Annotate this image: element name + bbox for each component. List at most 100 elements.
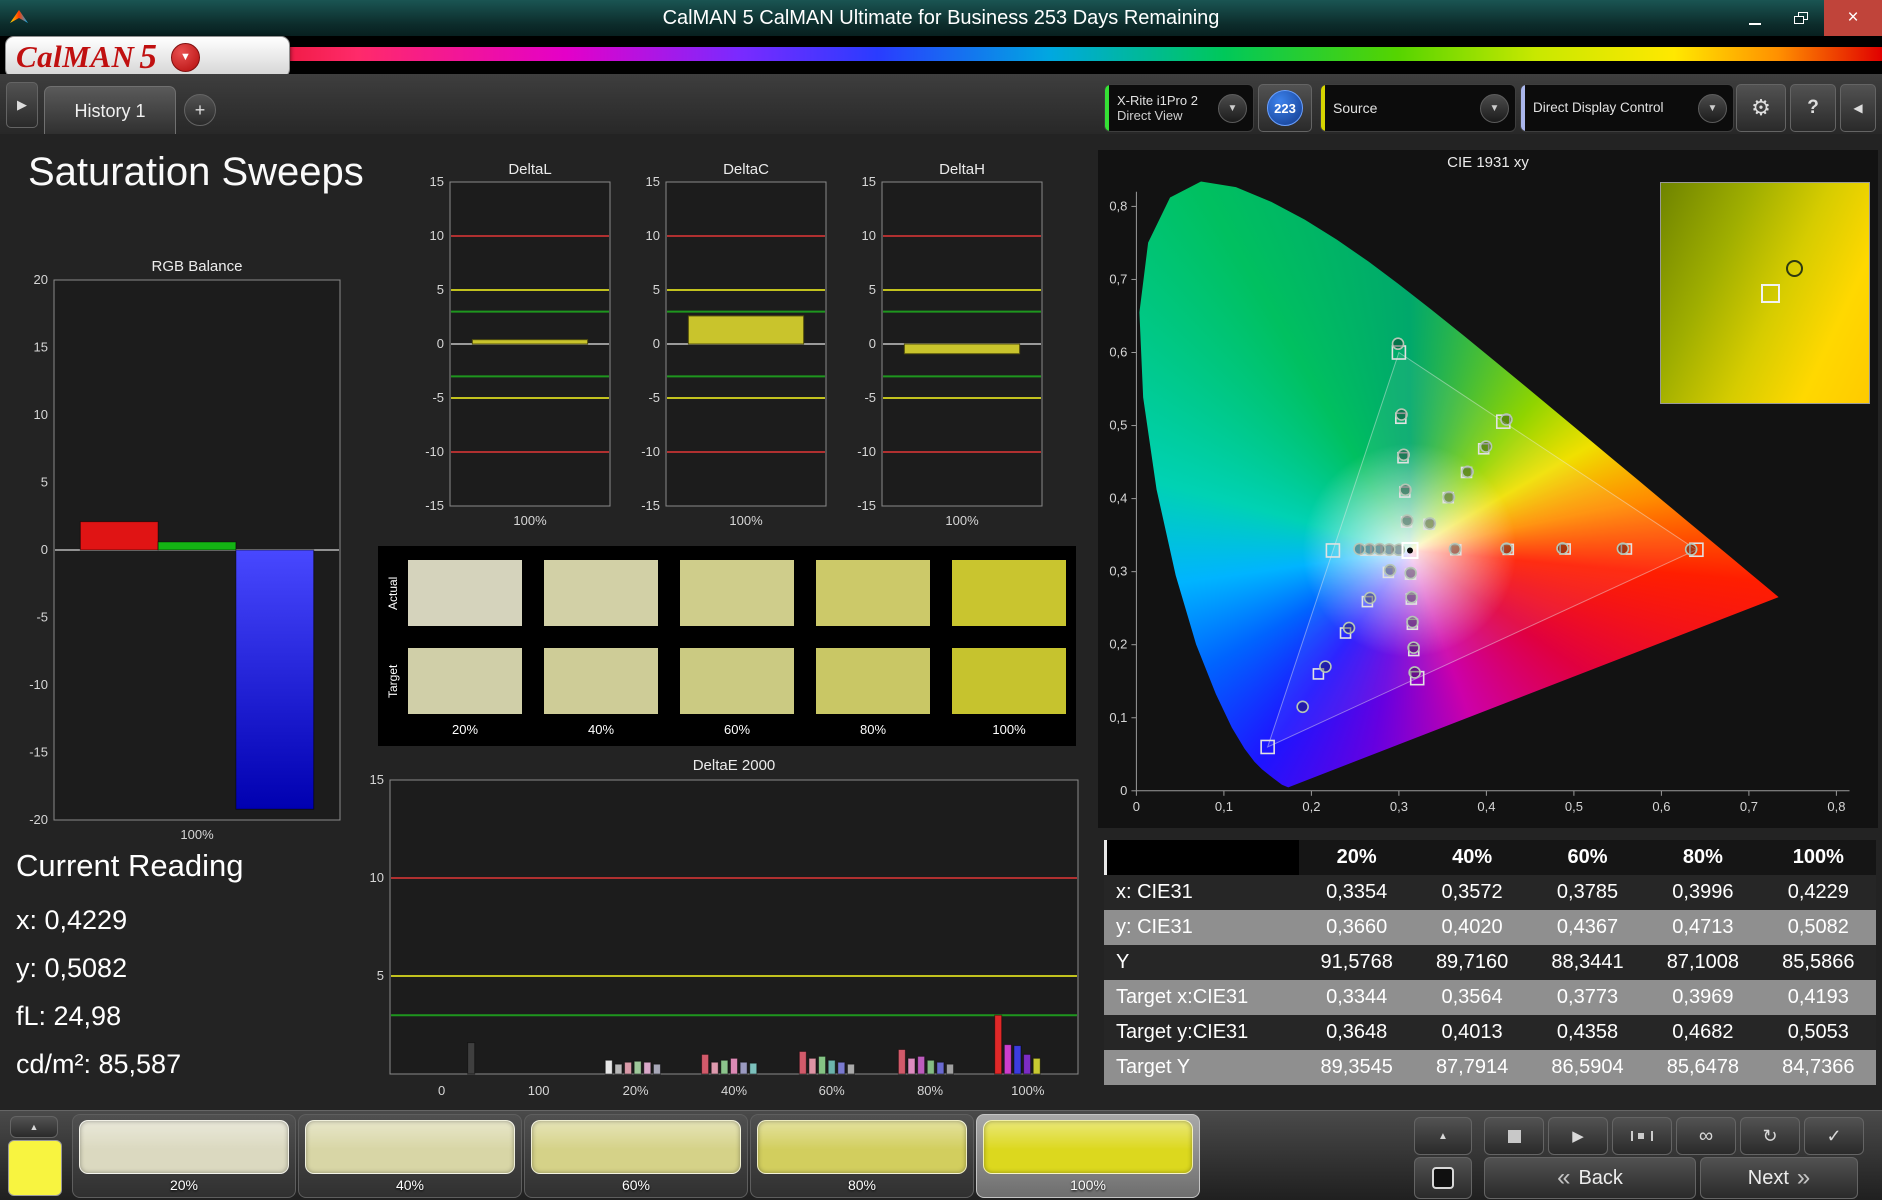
- table-row: Target x:CIE310,33440,35640,37730,39690,…: [1104, 980, 1876, 1015]
- bottom-swatch-20%[interactable]: 20%: [72, 1114, 296, 1198]
- stop-button[interactable]: [1484, 1117, 1544, 1155]
- current-reading-y: y: 0,5082: [16, 953, 127, 984]
- bottom-swatch-60%[interactable]: 60%: [524, 1114, 748, 1198]
- table-corner-cell: [1104, 840, 1299, 875]
- meter-mode: Direct View: [1117, 108, 1210, 123]
- bottom-swatch-label: 20%: [73, 1177, 295, 1193]
- collapse-toolbar-button[interactable]: ◀: [1840, 84, 1876, 132]
- play-button[interactable]: ▶: [1548, 1117, 1608, 1155]
- next-label: Next: [1748, 1167, 1789, 1190]
- table-value-cell: 87,1008: [1645, 951, 1760, 974]
- single-measure-icon: [1631, 1131, 1653, 1141]
- calman-wing-icon: [8, 7, 30, 29]
- table-header-cell: 40%: [1414, 846, 1529, 869]
- meter-dropdown[interactable]: X-Rite i1Pro 2 Direct View ▼: [1104, 84, 1254, 132]
- bottom-swatch-chip: [983, 1120, 1193, 1174]
- bottom-swatch-chip: [531, 1120, 741, 1174]
- table-header-cell: 100%: [1761, 846, 1876, 869]
- table-value-cell: 0,4713: [1645, 916, 1760, 939]
- source-dropdown[interactable]: Source ▼: [1320, 84, 1516, 132]
- meter-name: X-Rite i1Pro 2: [1117, 93, 1210, 108]
- tab-history-1[interactable]: History 1: [44, 86, 176, 135]
- bottom-swatch-label: 100%: [977, 1177, 1199, 1193]
- infinity-icon: ∞: [1699, 1125, 1713, 1148]
- workflow-nav-button[interactable]: ▶: [6, 82, 38, 128]
- results-table: 20%40%60%80%100%x: CIE310,33540,35720,37…: [1104, 840, 1876, 1085]
- target-swatch-80%: [816, 648, 930, 714]
- minimize-icon: [1749, 23, 1761, 25]
- refresh-icon: ↻: [1762, 1126, 1777, 1147]
- tab-bar: ▶ History 1 + X-Rite i1Pro 2 Direct View…: [0, 74, 1882, 135]
- display-control-dropdown-icon[interactable]: ▼: [1698, 94, 1727, 123]
- table-row-label: Target x:CIE31: [1104, 986, 1299, 1009]
- bottom-swatch-100%[interactable]: 100%: [976, 1114, 1200, 1198]
- bottom-swatch-label: 60%: [525, 1177, 747, 1193]
- actual-swatch-20%: [408, 560, 522, 626]
- current-reading-luminance: cd/m²: 85,587: [16, 1049, 181, 1080]
- window-controls: ×: [1732, 0, 1882, 36]
- table-value-cell: 0,3969: [1645, 986, 1760, 1009]
- help-button[interactable]: ?: [1790, 84, 1836, 132]
- single-measure-button[interactable]: [1612, 1117, 1672, 1155]
- table-value-cell: 0,3572: [1414, 881, 1529, 904]
- table-row-label: x: CIE31: [1104, 881, 1299, 904]
- bottom-swatch-80%[interactable]: 80%: [750, 1114, 974, 1198]
- stop-large-button[interactable]: [1414, 1157, 1472, 1199]
- rainbow-stripe: [150, 47, 1882, 61]
- table-value-cell: 0,3773: [1530, 986, 1645, 1009]
- black-square-icon: [1432, 1167, 1454, 1189]
- current-reading-x: x: 0,4229: [16, 905, 127, 936]
- bottom-swatch-chip: [305, 1120, 515, 1174]
- table-value-cell: 0,4358: [1530, 1021, 1645, 1044]
- actual-target-swatch-panel: ActualTarget20%40%60%80%100%: [378, 546, 1076, 746]
- table-value-cell: 84,7366: [1761, 1056, 1876, 1079]
- source-dropdown-icon[interactable]: ▼: [1480, 94, 1509, 123]
- accept-button[interactable]: ✓: [1804, 1117, 1864, 1155]
- actual-swatch-40%: [544, 560, 658, 626]
- table-row: y: CIE310,36600,40200,43670,47130,5082: [1104, 910, 1876, 945]
- table-value-cell: 89,3545: [1299, 1056, 1414, 1079]
- add-tab-button[interactable]: +: [184, 94, 216, 126]
- cie-zoom-inset: [1660, 182, 1870, 404]
- table-header-row: 20%40%60%80%100%: [1104, 840, 1876, 875]
- close-icon: ×: [1847, 7, 1858, 29]
- swatch-col-label: 80%: [816, 722, 930, 737]
- meter-status-badge: 223: [1267, 90, 1303, 126]
- table-value-cell: 0,4013: [1414, 1021, 1529, 1044]
- target-row-label: Target: [385, 648, 401, 714]
- controls-scroll-up-button[interactable]: ▲: [1414, 1117, 1472, 1155]
- close-button[interactable]: ×: [1824, 0, 1882, 36]
- minimize-button[interactable]: [1732, 0, 1778, 36]
- table-value-cell: 0,3996: [1645, 881, 1760, 904]
- logo-row: CalMAN 5 ▼: [0, 36, 1882, 74]
- gear-icon: ⚙: [1751, 95, 1771, 121]
- back-button[interactable]: « Back: [1484, 1157, 1696, 1199]
- target-swatch-100%: [952, 648, 1066, 714]
- table-value-cell: 0,3648: [1299, 1021, 1414, 1044]
- table-row: Target y:CIE310,36480,40130,43580,46820,…: [1104, 1015, 1876, 1050]
- bottom-swatch-label: 40%: [299, 1177, 521, 1193]
- table-value-cell: 0,3344: [1299, 986, 1414, 1009]
- settings-button[interactable]: ⚙: [1736, 84, 1786, 132]
- actual-swatch-60%: [680, 560, 794, 626]
- maximize-button[interactable]: [1778, 0, 1824, 36]
- page-title: Saturation Sweeps: [28, 150, 364, 195]
- help-icon: ?: [1807, 97, 1819, 119]
- bottom-swatch-chip: [757, 1120, 967, 1174]
- swatch-col-label: 40%: [544, 722, 658, 737]
- calman-logo[interactable]: CalMAN 5 ▼: [5, 36, 290, 78]
- table-header-cell: 20%: [1299, 846, 1414, 869]
- continuous-measure-button[interactable]: ∞: [1676, 1117, 1736, 1155]
- table-value-cell: 0,5053: [1761, 1021, 1876, 1044]
- table-value-cell: 0,5082: [1761, 916, 1876, 939]
- table-value-cell: 0,4367: [1530, 916, 1645, 939]
- next-button[interactable]: Next »: [1700, 1157, 1858, 1199]
- logo-menu-icon[interactable]: ▼: [171, 43, 200, 72]
- meter-dropdown-icon[interactable]: ▼: [1218, 94, 1247, 123]
- meter-status-button[interactable]: 223: [1258, 84, 1312, 132]
- table-value-cell: 87,7914: [1414, 1056, 1529, 1079]
- refresh-button[interactable]: ↻: [1740, 1117, 1800, 1155]
- display-control-dropdown[interactable]: Direct Display Control ▼: [1520, 84, 1734, 132]
- bottom-swatch-40%[interactable]: 40%: [298, 1114, 522, 1198]
- table-row: Target Y89,354587,791486,590485,647884,7…: [1104, 1050, 1876, 1085]
